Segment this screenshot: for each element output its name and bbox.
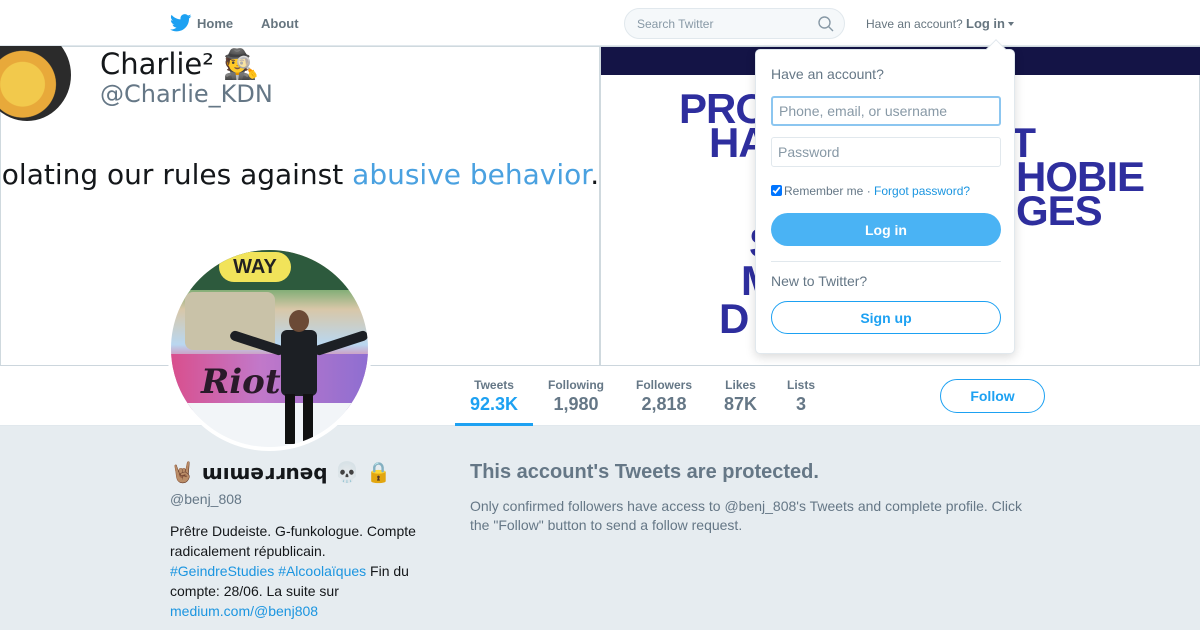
- banner-text-link: abusive behavior: [352, 158, 591, 191]
- banner-text-plain: iolating our rules against: [0, 158, 353, 191]
- dropdown-title: Have an account?: [771, 66, 884, 82]
- banner-text-end: .: [590, 158, 600, 191]
- stat-label: Tweets: [474, 378, 514, 392]
- banner-word: GES: [1016, 187, 1103, 234]
- login-button[interactable]: Log in: [771, 213, 1001, 246]
- avatar-person-head: [289, 310, 309, 332]
- login-menu-link[interactable]: Log in: [966, 16, 1005, 31]
- follow-button[interactable]: Follow: [940, 379, 1045, 413]
- stat-lists[interactable]: Lists 3: [787, 378, 815, 415]
- stat-label: Followers: [636, 378, 693, 392]
- stat-following[interactable]: Following 1,980: [548, 378, 604, 415]
- nav-home-link[interactable]: Home: [197, 16, 233, 31]
- avatar-person-leg: [303, 394, 313, 444]
- bio-url-link[interactable]: medium.com/@benj808: [170, 603, 318, 619]
- active-tab-underline: [455, 423, 533, 426]
- search-box[interactable]: [624, 8, 845, 39]
- avatar-person: [228, 310, 368, 447]
- stat-followers[interactable]: Followers 2,818: [636, 378, 692, 415]
- protected-body: Only confirmed followers have access to …: [470, 498, 1023, 533]
- avatar-person-leg: [285, 394, 295, 444]
- forgot-password-link[interactable]: Forgot password?: [874, 184, 970, 198]
- avatar-photo: WAY Riot: [171, 250, 368, 447]
- login-dropdown: Have an account? Remember me · Forgot pa…: [755, 39, 1015, 354]
- stat-likes[interactable]: Likes 87K: [724, 378, 757, 415]
- avatar-person-body: [281, 330, 317, 396]
- have-account-text: Have an account?: [866, 17, 963, 31]
- stat-value: 87K: [724, 394, 758, 414]
- remember-row: Remember me · Forgot password?: [771, 184, 970, 198]
- profile-avatar[interactable]: WAY Riot: [167, 246, 372, 451]
- profile-name[interactable]: 🤘🏽 ɯıɯǝɹɹnǝq 💀 🔒: [170, 460, 391, 484]
- profile-handle[interactable]: @benj_808: [170, 491, 242, 507]
- stat-tweets[interactable]: Tweets 92.3K: [470, 378, 518, 415]
- avatar-person-arm: [312, 329, 368, 357]
- remember-me-label[interactable]: Remember me: [784, 184, 863, 198]
- banner-word: D: [719, 295, 749, 342]
- protected-title: This account's Tweets are protected.: [470, 461, 819, 483]
- banner-screenshot-avatar: [0, 46, 71, 121]
- remember-me-checkbox[interactable]: [771, 185, 782, 196]
- password-field[interactable]: [771, 137, 1001, 167]
- avatar-wall-sign: WAY: [219, 252, 291, 282]
- signup-button[interactable]: Sign up: [771, 301, 1001, 334]
- new-to-twitter-text: New to Twitter?: [771, 273, 868, 289]
- hashtag-link[interactable]: #Alcoolaïques: [278, 563, 366, 579]
- stat-label: Likes: [725, 378, 756, 392]
- stat-label: Following: [548, 378, 604, 392]
- search-input[interactable]: [637, 9, 812, 38]
- caret-down-icon[interactable]: [1008, 22, 1014, 26]
- stat-label: Lists: [787, 378, 816, 392]
- username-field[interactable]: [771, 96, 1001, 126]
- stat-value: 2,818: [641, 394, 687, 414]
- avatar-snow: [171, 403, 368, 447]
- dropdown-divider: [771, 261, 1001, 262]
- top-nav: Home About Have an account? Log in: [0, 0, 1200, 46]
- bio-text: Prêtre Dudeiste. G-funkologue. Compte ra…: [170, 523, 416, 559]
- profile-bio: Prêtre Dudeiste. G-funkologue. Compte ra…: [170, 521, 432, 621]
- banner-screenshot-handle: @Charlie_KDN: [100, 80, 273, 108]
- banner-screenshot-name: Charlie² 🕵️: [100, 47, 260, 81]
- nav-about-link[interactable]: About: [261, 16, 299, 31]
- stat-value: 92.3K: [470, 394, 519, 414]
- twitter-logo-icon[interactable]: [170, 14, 192, 32]
- hashtag-link[interactable]: #GeindreStudies: [170, 563, 274, 579]
- avatar-wall-graffiti: Riot: [201, 362, 281, 402]
- search-icon[interactable]: [818, 16, 834, 32]
- separator-dot: ·: [863, 184, 875, 198]
- stat-value: 1,980: [553, 394, 599, 414]
- banner-screenshot-text: iolating our rules against abusive behav…: [0, 158, 599, 191]
- stat-value: 3: [796, 394, 807, 414]
